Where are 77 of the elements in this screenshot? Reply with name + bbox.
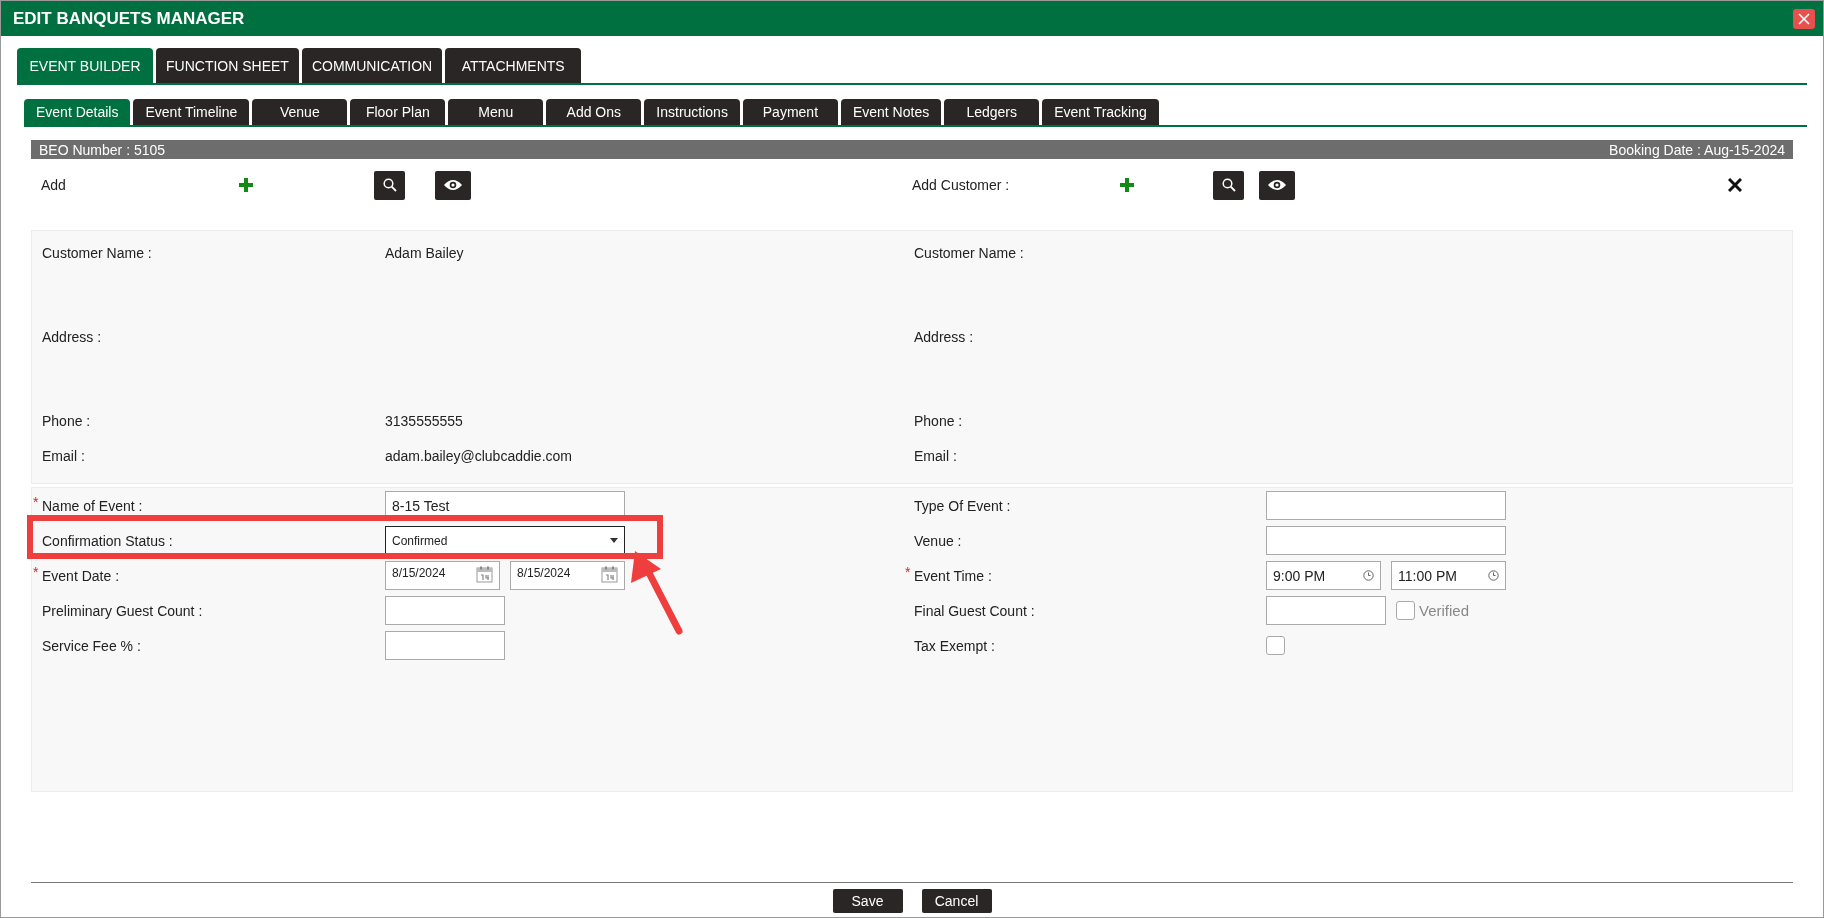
required-asterisk: *: [33, 494, 39, 510]
calendar-icon[interactable]: [601, 566, 618, 583]
search-icon: [382, 178, 397, 192]
field-value: 3135555555: [385, 413, 463, 429]
required-asterisk: *: [905, 564, 911, 580]
search-button[interactable]: [1213, 170, 1244, 200]
clock-icon[interactable]: [1363, 570, 1374, 581]
window-title: EDIT BANQUETS MANAGER: [13, 8, 245, 29]
search-button[interactable]: [374, 170, 405, 200]
view-button[interactable]: [1259, 170, 1295, 200]
field-label: Phone :: [42, 413, 91, 429]
field-label: Name of Event :: [42, 497, 143, 514]
field-label: Customer Name :: [42, 245, 152, 261]
sub-tab[interactable]: Menu: [448, 99, 544, 125]
date-field[interactable]: 8/15/2024: [510, 561, 625, 590]
field-label: Confirmation Status :: [42, 532, 173, 549]
sub-tab[interactable]: Venue: [252, 99, 348, 125]
main-tab[interactable]: EVENT BUILDER: [17, 48, 153, 83]
time-field[interactable]: 9:00 PM: [1266, 561, 1381, 590]
main-tab[interactable]: FUNCTION SHEET: [156, 48, 299, 83]
number-input[interactable]: [385, 631, 505, 660]
field-label: Venue :: [914, 532, 962, 549]
field-label: Tax Exempt :: [914, 637, 995, 654]
calendar-icon[interactable]: [476, 566, 493, 583]
field-label: Customer Name :: [914, 245, 1024, 261]
sub-tab[interactable]: Payment: [742, 99, 838, 125]
sub-tab[interactable]: Event Details: [24, 99, 131, 125]
booking-date: Booking Date : Aug-15-2024: [1609, 141, 1785, 158]
text-input[interactable]: [1266, 491, 1506, 520]
close-icon: [1798, 12, 1810, 25]
field-label: Event Date :: [42, 567, 120, 584]
checkbox[interactable]: [1396, 601, 1415, 620]
field-label: Event Time :: [914, 567, 992, 584]
status-dropdown[interactable]: Confirmed: [385, 526, 625, 555]
action-button[interactable]: Save: [832, 889, 903, 913]
eye-icon: [1267, 179, 1287, 191]
eye-icon: [443, 179, 463, 191]
main-tab[interactable]: ATTACHMENTS: [445, 48, 582, 83]
field-label: Address :: [42, 329, 102, 345]
sub-tab[interactable]: Event Notes: [840, 99, 942, 125]
add-icon[interactable]: [1120, 178, 1134, 192]
add-label: Add: [41, 177, 67, 193]
add-customer-label: Add Customer :: [912, 177, 1011, 193]
number-input[interactable]: [385, 596, 505, 625]
field-label: Address :: [914, 329, 974, 345]
field-label: Phone :: [914, 413, 963, 429]
sub-tab[interactable]: Instructions: [644, 99, 740, 125]
checkbox[interactable]: [1266, 636, 1285, 655]
beo-number: BEO Number : 5105: [39, 141, 166, 158]
field-label: Service Fee % :: [42, 637, 141, 654]
sub-tab[interactable]: Event Tracking: [1042, 99, 1159, 125]
text-input[interactable]: [1266, 526, 1506, 555]
field-value: adam.bailey@clubcaddie.com: [385, 448, 572, 464]
clock-icon[interactable]: [1488, 570, 1499, 581]
add-icon[interactable]: [239, 178, 253, 192]
action-button[interactable]: Cancel: [921, 889, 992, 913]
main-tab[interactable]: COMMUNICATION: [301, 48, 443, 83]
sub-tab[interactable]: Event Timeline: [133, 99, 250, 125]
field-label: Type Of Event :: [914, 497, 1011, 514]
field-label: Email :: [914, 448, 957, 464]
required-asterisk: *: [33, 564, 39, 580]
date-field[interactable]: 8/15/2024: [385, 561, 500, 590]
field-label: Preliminary Guest Count :: [42, 602, 203, 619]
time-field[interactable]: 11:00 PM: [1391, 561, 1506, 590]
sub-tab[interactable]: Floor Plan: [350, 99, 446, 125]
search-icon: [1221, 178, 1236, 192]
close-button[interactable]: [1793, 8, 1815, 29]
field-label: Email :: [42, 448, 85, 464]
field-label: Final Guest Count :: [914, 602, 1035, 619]
close-icon[interactable]: [1728, 178, 1742, 192]
sub-tab[interactable]: Ledgers: [944, 99, 1040, 125]
field-value: Adam Bailey: [385, 245, 464, 261]
checkbox-label: Verified: [1419, 602, 1470, 619]
number-input[interactable]: [1266, 596, 1386, 625]
sub-tab[interactable]: Add Ons: [546, 99, 642, 125]
caret-icon: [610, 538, 618, 543]
view-button[interactable]: [435, 170, 471, 200]
